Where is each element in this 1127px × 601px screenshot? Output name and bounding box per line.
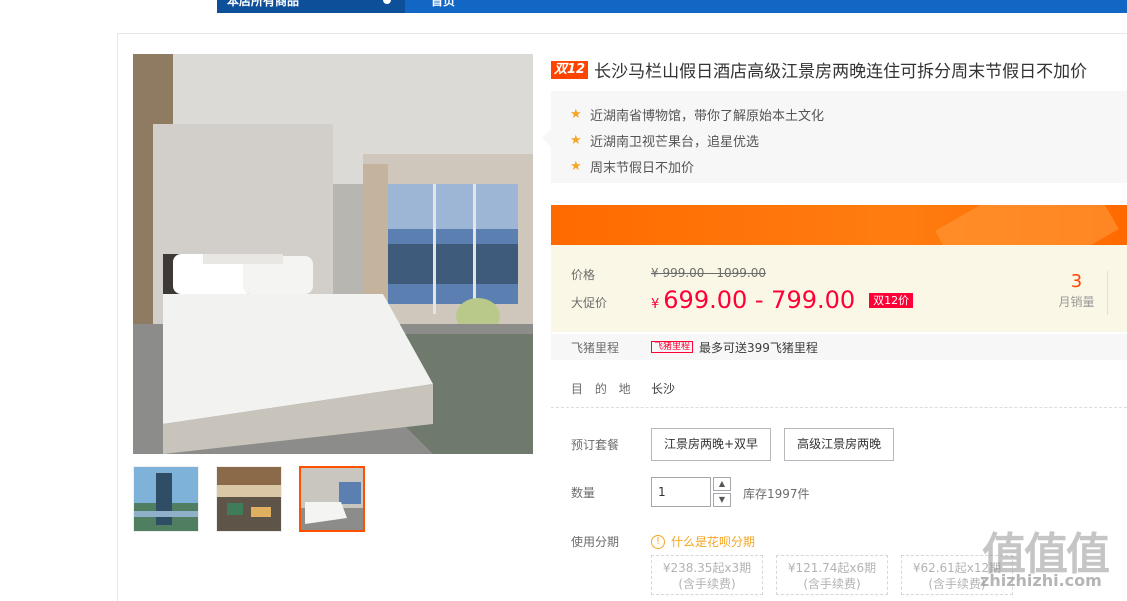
- feature-text: 周末节假日不加价: [590, 160, 695, 176]
- star-icon: ★: [570, 158, 582, 174]
- hotel-room-image: [133, 54, 533, 454]
- quantity-label: 数量: [571, 486, 596, 500]
- quantity-row: 数量 1 ▲ ▼ 库存1997件: [551, 477, 1127, 507]
- thumbnail-strip: [133, 466, 365, 532]
- installment-plans: ¥238.35起x3期 (含手续费) ¥121.74起x6期 (含手续费) ¥6…: [651, 555, 1013, 595]
- main-product-image: [133, 54, 533, 454]
- feature-item: ★ 近湖南卫视芒果台，追星优选: [551, 127, 1127, 153]
- feature-item: ★ 近湖南省博物馆，带你了解原始本土文化: [551, 101, 1127, 127]
- question-circle-icon: !: [651, 534, 665, 549]
- installment-plan-6[interactable]: ¥121.74起x6期 (含手续费): [776, 555, 888, 595]
- promo-price-label: 大促价: [571, 296, 608, 310]
- destination-label: 目 的 地: [571, 382, 635, 396]
- shop-nav-bar: 本店所有商品 首页: [217, 0, 1127, 13]
- package-option-superior-river-view[interactable]: 高级江景房两晚: [784, 428, 895, 461]
- price-label: 价格: [571, 268, 596, 282]
- thumbnail-lobby[interactable]: [216, 466, 282, 532]
- installment-help-text: 什么是花呗分期: [671, 535, 756, 549]
- installment-plan-3[interactable]: ¥238.35起x3期 (含手续费): [651, 555, 763, 595]
- product-title: 双12 长沙马栏山假日酒店高级江景房两晚连住可拆分周末节假日不加价: [551, 57, 1087, 82]
- double12-price-tag: 双12价: [869, 293, 914, 308]
- thumbnail-room[interactable]: [299, 466, 365, 532]
- banner-decoration: [935, 205, 1119, 245]
- miles-tag: 飞猪里程: [651, 341, 694, 353]
- stock-text: 库存1997件: [743, 487, 810, 501]
- thumbnail-city-view[interactable]: [133, 466, 199, 532]
- monthly-sales-count: 3: [1070, 271, 1083, 292]
- watermark-site: zhizhizhi.com: [980, 571, 1102, 590]
- package-label: 预订套餐: [571, 438, 620, 452]
- plan-amount: ¥121.74起x6期: [787, 561, 877, 575]
- lobby-image: [217, 467, 281, 531]
- original-price: ¥ 999.00 - 1099.00: [651, 266, 767, 280]
- all-products-menu[interactable]: 本店所有商品: [217, 0, 405, 13]
- miles-label: 飞猪里程: [571, 340, 620, 355]
- package-option-river-view-breakfast[interactable]: 江景房两晚+双早: [651, 428, 772, 461]
- room-image: [301, 468, 363, 530]
- feature-list: ★ 近湖南省博物馆，带你了解原始本土文化 ★ 近湖南卫视芒果台，追星优选 ★ 周…: [542, 91, 1127, 183]
- city-view-image: [134, 467, 198, 531]
- miles-row: 飞猪里程 飞猪里程 最多可送399飞猪里程: [551, 334, 1127, 360]
- price-box: 价格 ¥ 999.00 - 1099.00 大促价 ¥ 699.00 - 799…: [551, 245, 1127, 332]
- dropdown-indicator-icon: [383, 0, 391, 4]
- miles-text: 最多可送399飞猪里程: [699, 340, 818, 355]
- destination-value: 长沙: [651, 382, 676, 396]
- feature-text: 近湖南省博物馆，带你了解原始本土文化: [590, 108, 825, 124]
- chevron-down-icon[interactable]: ▼: [713, 493, 731, 507]
- promo-price-value: 699.00 - 799.00: [663, 286, 856, 314]
- installment-help-link[interactable]: ! 什么是花呗分期: [651, 533, 755, 550]
- package-row: 预订套餐 江景房两晚+双早 高级江景房两晚: [551, 428, 1127, 461]
- feature-item: ★ 周末节假日不加价: [551, 153, 1127, 179]
- double12-badge: 双12: [551, 60, 589, 79]
- monthly-sales: 3 月销量: [1046, 271, 1108, 315]
- destination-row: 目 的 地 长沙: [551, 370, 1127, 408]
- plan-fee-note: (含手续费): [678, 577, 736, 591]
- home-link[interactable]: 首页: [431, 0, 455, 13]
- installment-label: 使用分期: [571, 535, 620, 549]
- plan-amount: ¥238.35起x3期: [662, 561, 752, 575]
- plan-fee-note: (含手续费): [803, 577, 861, 591]
- quantity-stepper: ▲ ▼: [713, 477, 731, 507]
- monthly-sales-label: 月销量: [1058, 295, 1095, 309]
- promo-price: ¥ 699.00 - 799.00 双12价: [651, 286, 914, 314]
- promo-banner: [551, 205, 1127, 245]
- currency-symbol: ¥: [651, 297, 660, 312]
- feature-text: 近湖南卫视芒果台，追星优选: [590, 134, 760, 150]
- star-icon: ★: [570, 106, 582, 122]
- product-title-text: 长沙马栏山假日酒店高级江景房两晚连住可拆分周末节假日不加价: [594, 62, 1088, 82]
- all-products-label: 本店所有商品: [227, 0, 300, 8]
- star-icon: ★: [570, 132, 582, 148]
- quantity-input[interactable]: 1: [651, 477, 711, 507]
- chevron-up-icon[interactable]: ▲: [713, 477, 731, 491]
